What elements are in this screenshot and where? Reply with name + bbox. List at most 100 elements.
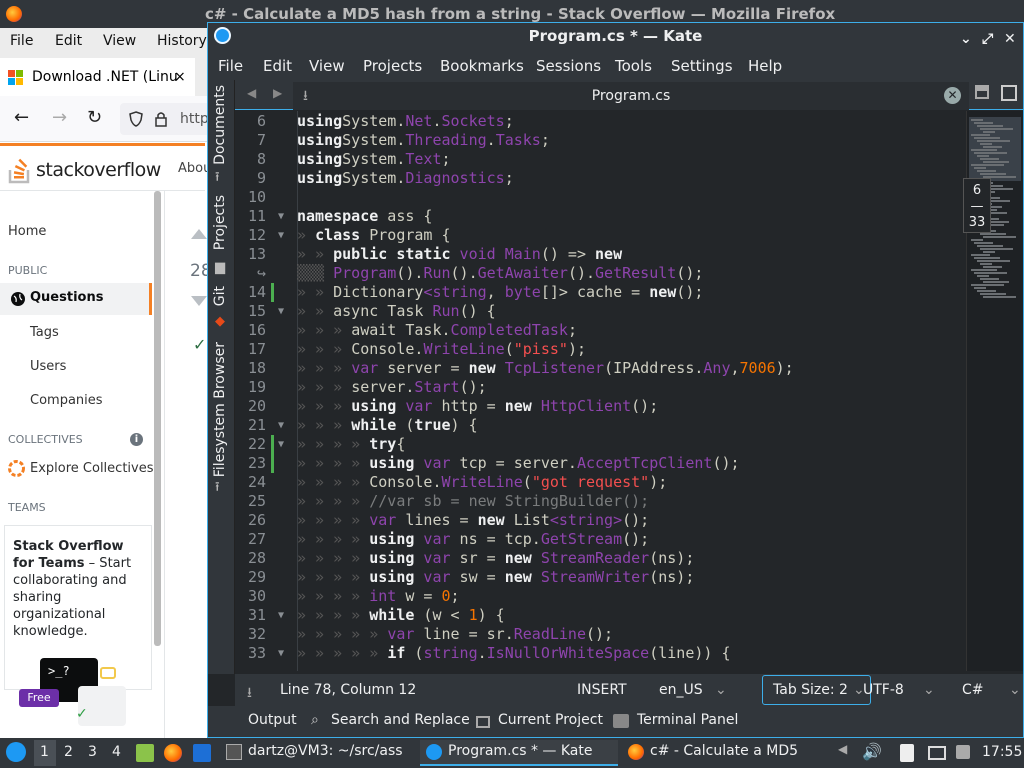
app-launcher-icon[interactable] xyxy=(6,742,26,762)
tab-left-arrow-icon[interactable]: ◀ xyxy=(247,86,256,100)
code-line[interactable]: » » » » using var sw = new StreamWriter(… xyxy=(297,568,694,587)
code-line[interactable]: namespace ass { xyxy=(297,207,432,226)
syntax-selector[interactable]: C# xyxy=(962,682,984,698)
code-line[interactable]: usingSystem.Text; xyxy=(297,150,451,169)
kate-menu-file[interactable]: File xyxy=(218,57,243,75)
task-terminal[interactable]: dartz@VM3: ~/src/ass xyxy=(220,740,418,766)
syntax-dropdown-icon[interactable]: ⌄ xyxy=(1009,682,1021,698)
sidebar-tab-git[interactable]: Git xyxy=(212,286,228,306)
code-line[interactable]: » » » » using var sr = new StreamReader(… xyxy=(297,549,694,568)
toolview-search-replace[interactable]: Search and Replace xyxy=(331,712,470,728)
code-line[interactable]: usingSystem.Net.Sockets; xyxy=(297,112,514,131)
tab-size-selector[interactable]: Tab Size: 2 ⌄ xyxy=(762,675,871,705)
code-line[interactable]: » » » » » if (string.IsNullOrWhiteSpace(… xyxy=(297,644,731,663)
code-line[interactable]: » class Program { xyxy=(297,226,451,245)
toolview-current-project[interactable]: Current Project xyxy=(498,712,603,728)
sidebar-tab-filesystem-browser[interactable]: Filesystem Browser xyxy=(212,342,228,477)
code-line[interactable]: » » » » using var tcp = server.AcceptTcp… xyxy=(297,454,740,473)
upvote-icon[interactable] xyxy=(191,227,207,239)
kate-menu-view[interactable]: View xyxy=(309,57,345,75)
volume-icon[interactable]: 🔊 xyxy=(862,742,882,761)
code-line[interactable]: » » » » int w = 0; xyxy=(297,587,460,606)
firefox-menu-file[interactable]: File xyxy=(10,33,33,49)
reload-button[interactable]: ↻ xyxy=(87,107,102,128)
tab-right-arrow-icon[interactable]: ▶ xyxy=(273,86,282,100)
tab-close-icon[interactable]: × xyxy=(174,58,186,96)
kate-menu-help[interactable]: Help xyxy=(748,57,782,75)
so-nav-users[interactable]: Users xyxy=(30,359,66,374)
minimize-button[interactable]: ⌄ xyxy=(960,26,972,52)
show-desktop-icon[interactable] xyxy=(193,744,211,762)
fold-arrow-icon[interactable]: ▼ xyxy=(278,420,290,432)
code-line[interactable]: » » » » » var line = sr.ReadLine(); xyxy=(297,625,613,644)
encoding-selector[interactable]: UTF-8 xyxy=(863,682,904,698)
toolview-terminal[interactable]: Terminal Panel xyxy=(637,712,738,728)
fold-arrow-icon[interactable]: ▼ xyxy=(278,648,290,660)
network-icon[interactable] xyxy=(928,746,946,760)
close-button[interactable]: ✕ xyxy=(1004,26,1016,52)
code-line[interactable]: » » » server.Start(); xyxy=(297,378,487,397)
file-manager-icon[interactable] xyxy=(136,744,154,762)
code-line[interactable]: » » » Console.WriteLine("piss"); xyxy=(297,340,586,359)
firefox-menu-history[interactable]: History xyxy=(157,33,207,49)
kate-menu-sessions[interactable]: Sessions xyxy=(536,57,601,75)
forward-button[interactable]: → xyxy=(52,107,67,128)
panel-scroll-icon[interactable]: ◀ xyxy=(838,742,847,756)
code-line[interactable]: » » » while (true) { xyxy=(297,416,478,435)
firefox-tab[interactable]: Download .NET (Linu × xyxy=(0,58,195,96)
code-line[interactable]: » » Dictionary<string, byte[]> cache = n… xyxy=(297,283,703,302)
fold-arrow-icon[interactable]: ▼ xyxy=(278,610,290,622)
firefox-menu-view[interactable]: View xyxy=(103,33,136,49)
so-nav-companies[interactable]: Companies xyxy=(30,393,103,408)
code-line[interactable]: » » » » try{ xyxy=(297,435,405,454)
task-firefox[interactable]: c# - Calculate a MD5 xyxy=(622,740,820,766)
fold-arrow-icon[interactable]: ▼ xyxy=(278,439,290,451)
notifications-icon[interactable] xyxy=(956,745,970,759)
workspace-3[interactable]: 3 xyxy=(88,744,97,760)
kate-menu-edit[interactable]: Edit xyxy=(263,57,292,75)
kate-menu-projects[interactable]: Projects xyxy=(363,57,422,75)
split-view-icon[interactable] xyxy=(975,85,989,99)
code-line[interactable]: usingSystem.Diagnostics; xyxy=(297,169,514,188)
sidebar-tab-documents[interactable]: Documents xyxy=(212,85,228,165)
back-button[interactable]: ← xyxy=(14,107,29,128)
firefox-launcher-icon[interactable] xyxy=(164,744,182,762)
fold-arrow-icon[interactable]: ▼ xyxy=(278,306,290,318)
kate-menu-tools[interactable]: Tools xyxy=(615,57,652,75)
encoding-dropdown-icon[interactable]: ⌄ xyxy=(923,682,935,698)
workspace-1[interactable]: 1 xyxy=(40,744,49,760)
code-line[interactable]: usingSystem.Threading.Tasks; xyxy=(297,131,550,150)
kate-menu-bookmarks[interactable]: Bookmarks xyxy=(440,57,524,75)
code-line[interactable]: » » » » //var sb = new StringBuilder(); xyxy=(297,492,649,511)
code-line[interactable]: » » » await Task.CompletedTask; xyxy=(297,321,577,340)
kate-menu-settings[interactable]: Settings xyxy=(671,57,733,75)
so-explore-collectives[interactable]: Explore Collectives xyxy=(30,461,154,476)
code-line[interactable]: » » » » using var ns = tcp.GetStream(); xyxy=(297,530,649,549)
so-logo[interactable]: stackoverflow xyxy=(8,156,161,184)
sidebar-toggle-icon[interactable] xyxy=(1001,85,1017,101)
code-line[interactable]: » » » » var lines = new List<string>(); xyxy=(297,511,649,530)
dictionary-dropdown-icon[interactable]: ⌄ xyxy=(715,682,727,698)
so-nav-home[interactable]: Home xyxy=(8,224,46,239)
code-line[interactable]: ▒▒▒ Program().Run().GetAwaiter().GetResu… xyxy=(297,264,703,283)
downvote-icon[interactable] xyxy=(191,296,207,308)
code-line[interactable]: » » » » while (w < 1) { xyxy=(297,606,505,625)
fold-arrow-icon[interactable]: ▼ xyxy=(278,211,290,223)
code-line[interactable]: » » async Task Run() { xyxy=(297,302,496,321)
fold-arrow-icon[interactable]: ▼ xyxy=(278,230,290,242)
so-nav-tags[interactable]: Tags xyxy=(30,325,59,340)
workspace-4[interactable]: 4 xyxy=(112,744,121,760)
info-icon[interactable]: i xyxy=(130,433,143,446)
code-line[interactable]: » » » » Console.WriteLine("got request")… xyxy=(297,473,667,492)
input-mode[interactable]: INSERT xyxy=(577,682,627,698)
code-line[interactable]: » » » var server = new TcpListener(IPAdd… xyxy=(297,359,794,378)
so-nav-questions[interactable]: Questions xyxy=(0,283,152,315)
tab-close-icon[interactable]: ✕ xyxy=(944,87,961,104)
cursor-position[interactable]: Line 78, Column 12 xyxy=(280,682,416,698)
code-area[interactable]: usingSystem.Net.Sockets; usingSystem.Thre… xyxy=(297,111,965,671)
so-sidebar-scrollbar[interactable] xyxy=(154,191,161,646)
dictionary-selector[interactable]: en_US xyxy=(659,682,703,698)
code-editor[interactable]: 6 7 8 9 10 11 ▼ 12 ▼ 13 ↪ 14 15 ▼ 16 17 18 19 20 21 ▼ 22 ▼ 23 24… xyxy=(238,111,966,671)
clock[interactable]: 17:55 xyxy=(982,744,1022,760)
code-line[interactable]: » » » using var http = new HttpClient(); xyxy=(297,397,658,416)
